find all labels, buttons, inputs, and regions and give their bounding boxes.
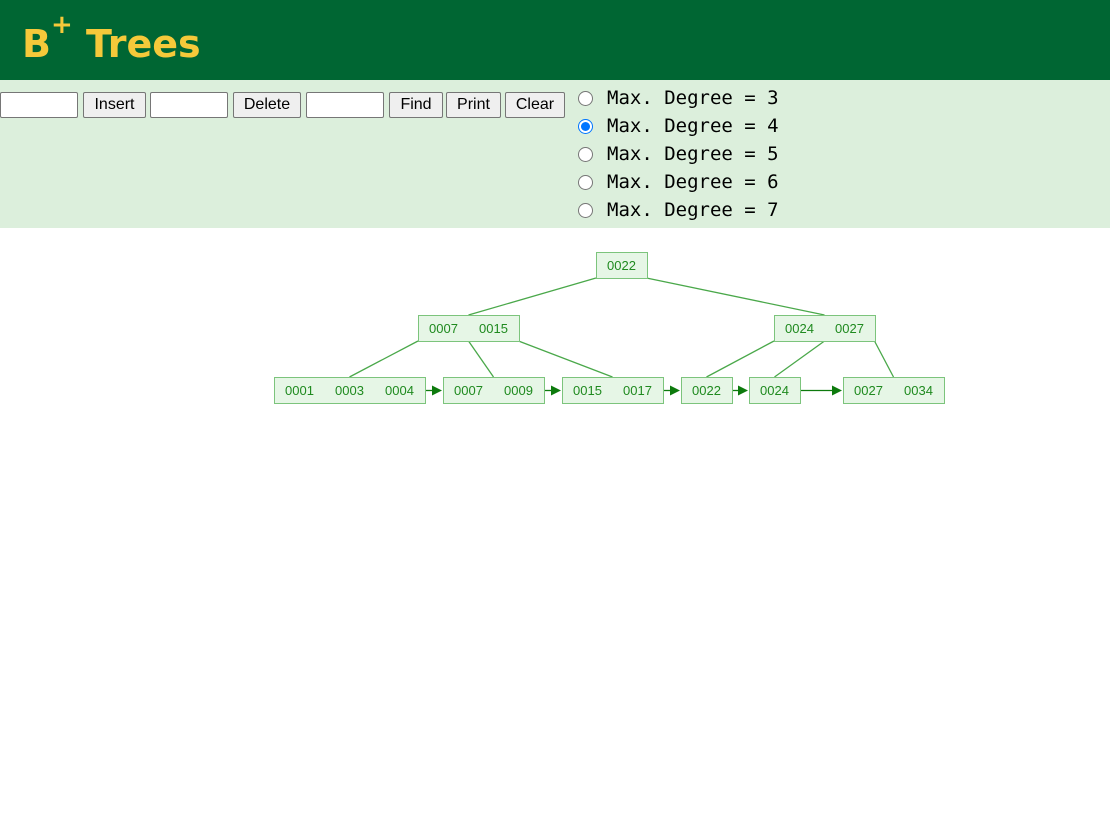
node-key: 0004 (385, 383, 414, 398)
tree-node: 0001 0003 0004 (274, 377, 426, 404)
node-key: 0017 (623, 383, 652, 398)
controls-bar: Insert Delete Find Print Clear Max. Degr… (0, 80, 1110, 228)
node-key: 0022 (607, 258, 636, 273)
node-key: 0022 (692, 383, 721, 398)
leaf-link-arrowhead (832, 385, 842, 396)
find-input[interactable] (306, 92, 384, 118)
node-key: 0027 (835, 321, 864, 336)
degree-label-6: Max. Degree = 6 (607, 171, 779, 193)
print-button[interactable]: Print (446, 92, 501, 118)
tree-edge (349, 340, 419, 378)
page-title: B+ Trees (22, 12, 201, 70)
leaf-link-arrowhead (432, 385, 442, 396)
app-header: B+ Trees (0, 0, 1110, 80)
tree-edge (873, 340, 895, 378)
insert-input[interactable] (0, 92, 78, 118)
delete-button[interactable]: Delete (233, 92, 301, 118)
tree-edge (518, 340, 613, 378)
node-key: 0034 (904, 383, 933, 398)
tree-node: 0022 (681, 377, 733, 404)
leaf-link-arrowhead (670, 385, 680, 396)
node-key: 0001 (285, 383, 314, 398)
tree-edge (646, 277, 825, 316)
title-rest: Trees (72, 22, 201, 66)
clear-button[interactable]: Clear (505, 92, 565, 118)
title-superscript: + (50, 10, 73, 40)
node-key: 0009 (504, 383, 533, 398)
node-key: 0015 (573, 383, 602, 398)
insert-button[interactable]: Insert (83, 92, 146, 118)
degree-radio-5[interactable] (578, 147, 593, 162)
title-main: B (22, 22, 51, 66)
node-key: 0024 (785, 321, 814, 336)
node-key: 0007 (454, 383, 483, 398)
degree-label-4: Max. Degree = 4 (607, 115, 779, 137)
tree-node: 0022 (596, 252, 648, 279)
tree-edge (468, 277, 597, 316)
find-button[interactable]: Find (389, 92, 443, 118)
node-key: 0015 (479, 321, 508, 336)
degree-radio-7[interactable] (578, 203, 593, 218)
tree-edge (467, 340, 495, 378)
node-key: 0024 (760, 383, 789, 398)
degree-radio-3[interactable] (578, 91, 593, 106)
tree-node: 0007 0015 (418, 315, 520, 342)
degree-label-5: Max. Degree = 5 (607, 143, 779, 165)
tree-edge (706, 340, 775, 378)
bplus-tree-canvas: 0022 0007 0015 0024 0027 0001 0003 0004 0007 0009… (274, 252, 945, 404)
degree-radio-6[interactable] (578, 175, 593, 190)
tree-node: 0027 0034 (843, 377, 945, 404)
node-key: 0007 (429, 321, 458, 336)
degree-radio-4[interactable] (578, 119, 593, 134)
degree-label-7: Max. Degree = 7 (607, 199, 779, 221)
tree-node: 0015 0017 (562, 377, 664, 404)
tree-node: 0007 0009 (443, 377, 545, 404)
leaf-link-arrowhead (551, 385, 561, 396)
delete-input[interactable] (150, 92, 228, 118)
leaf-link-arrowhead (738, 385, 748, 396)
tree-node: 0024 (749, 377, 801, 404)
node-key: 0003 (335, 383, 364, 398)
node-key: 0027 (854, 383, 883, 398)
tree-nodes: 0022 0007 0015 0024 0027 0001 0003 0004 0007 0009… (274, 252, 945, 404)
tree-node: 0024 0027 (774, 315, 876, 342)
degree-label-3: Max. Degree = 3 (607, 87, 779, 109)
tree-edge (774, 340, 825, 378)
